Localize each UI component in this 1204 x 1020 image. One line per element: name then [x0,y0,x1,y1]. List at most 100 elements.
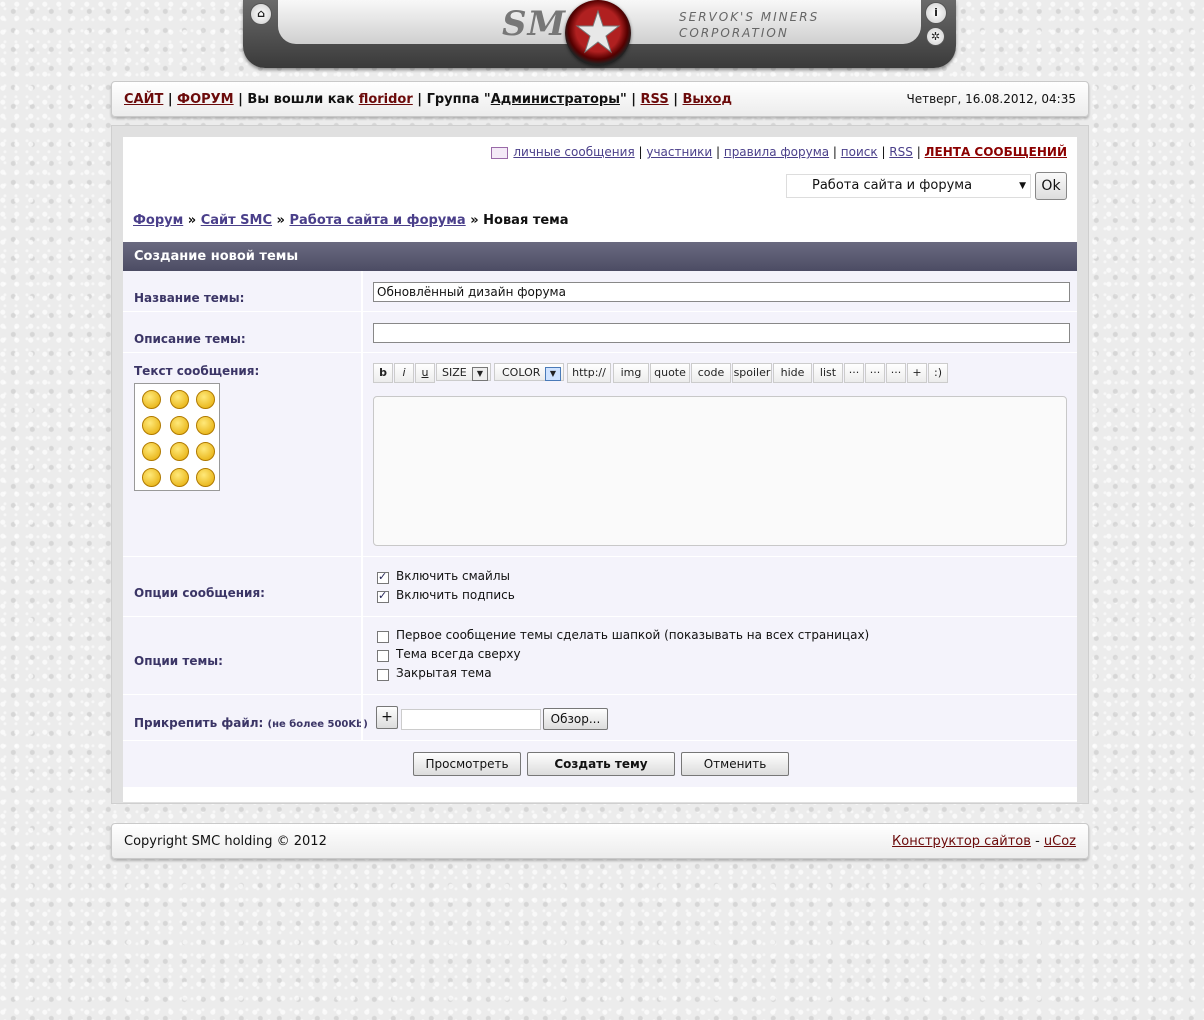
cool-smiley-icon[interactable] [196,390,215,409]
site-builder-link[interactable]: Конструктор сайтов [892,834,1031,849]
info-icon[interactable]: i [925,2,947,24]
pin-first-checkbox[interactable] [377,631,389,643]
breadcrumb-section[interactable]: Работа сайта и форума [289,213,465,228]
smilies-panel [134,383,220,491]
create-topic-button[interactable]: Создать тему [527,752,675,776]
message-feed-link[interactable]: ЛЕНТА СООБЩЕНИЙ [925,145,1067,159]
underline-button[interactable]: u [415,363,435,383]
extra-button-1[interactable]: ··· [844,363,864,383]
attach-label: Прикрепить файл: (не более 500Kb) [134,716,368,730]
quote-button[interactable]: quote [650,363,690,383]
hide-button[interactable]: hide [773,363,812,383]
rss-feed-link[interactable]: RSS [889,145,913,159]
forum-link[interactable]: ФОРУМ [177,92,233,107]
angry-smiley-icon[interactable] [142,390,161,409]
dizzy-smiley-icon[interactable] [170,468,189,487]
message-label: Текст сообщения: [134,364,260,378]
title-row: Название темы: Обновлённый дизайн форума [123,271,1077,312]
datetime: Четверг, 16.08.2012, 04:35 [906,92,1076,106]
add-button[interactable]: + [907,363,927,383]
smile-smiley-icon[interactable] [170,442,189,461]
color-label: COLOR [502,366,541,379]
add-attachment-button[interactable]: + [376,706,398,729]
form-header: Создание новой темы [123,242,1077,271]
laugh-smiley-icon[interactable] [170,390,189,409]
italic-button[interactable]: i [394,363,414,383]
group-label: Группа [426,92,480,107]
breadcrumb-current: Новая тема [483,213,569,228]
confused-smiley-icon[interactable] [142,442,161,461]
topic-options-row: Опции темы: Первое сообщение темы сделат… [123,617,1077,695]
search-link[interactable]: поиск [841,145,878,159]
ucoz-link[interactable]: uCoz [1044,834,1076,849]
tongue-smiley-icon[interactable] [142,468,161,487]
enable-signature-checkbox[interactable] [377,589,389,603]
size-select[interactable]: SIZE ▼ [436,363,491,381]
logo-subtitle: SERVOK'S MINERS CORPORATION [679,9,819,41]
home-icon[interactable]: ⌂ [250,3,272,25]
always-top-label: Тема всегда сверху [396,647,521,661]
smirk-smiley-icon[interactable] [196,468,215,487]
cancel-button[interactable]: Отменить [681,752,789,776]
wink-smiley-icon[interactable] [170,416,189,435]
user-link[interactable]: floridor [359,92,413,107]
forum-nav-links: личные сообщения | участники | правила ф… [491,145,1067,159]
content-panel: личные сообщения | участники | правила ф… [123,137,1077,802]
attach-note: (не более 500Kb) [267,719,368,730]
user-bar-links: САЙТ | ФОРУМ | Вы вошли как floridor | Г… [124,92,732,107]
file-path-input[interactable] [401,709,541,730]
sad-smiley-icon[interactable] [142,416,161,435]
list-button[interactable]: list [813,363,843,383]
forum-jump-value: Работа сайта и форума [812,178,973,193]
happy-smiley-icon[interactable] [196,416,215,435]
breadcrumb-site[interactable]: Сайт SMC [201,213,272,228]
logout-link[interactable]: Выход [683,92,732,107]
closed-topic-checkbox[interactable] [377,669,389,681]
extra-button-2[interactable]: ··· [865,363,885,383]
footer-dash: - [1035,834,1040,849]
logged-in-label: Вы вошли как [247,92,355,107]
site-logo-banner: ⌂ SMC SERVOK'S MINERS CORPORATION i ✲ [243,0,956,68]
description-input[interactable] [373,323,1070,343]
group-link[interactable]: Администраторы [491,92,620,107]
rules-link[interactable]: правила форума [724,145,829,159]
rss-link[interactable]: RSS [641,92,669,107]
always-top-checkbox[interactable] [377,650,389,662]
color-select[interactable]: COLOR ▼ [494,363,564,381]
description-row: Описание темы: [123,312,1077,353]
message-options-label: Опции сообщения: [134,586,265,600]
browse-button[interactable]: Обзор... [543,708,608,730]
site-link[interactable]: САЙТ [124,92,163,107]
footer-links: Конструктор сайтов - uCoz [892,834,1076,849]
title-label: Название темы: [134,291,245,305]
forum-jump-ok-button[interactable]: Ok [1035,172,1067,200]
enable-signature-label: Включить подпись [396,588,515,602]
url-button[interactable]: http:// [567,363,611,383]
message-textarea[interactable] [373,396,1067,546]
main-content: личные сообщения | участники | правила ф… [111,125,1089,804]
closed-topic-label: Закрытая тема [396,666,492,680]
forum-jump-select[interactable]: Работа сайта и форума ▼ [786,174,1031,198]
title-input[interactable]: Обновлённый дизайн форума [373,282,1070,302]
members-link[interactable]: участники [646,145,712,159]
code-button[interactable]: code [691,363,731,383]
smile-button[interactable]: :) [928,363,948,383]
logo-subtitle-line1: SERVOK'S MINERS [679,10,820,24]
bold-button[interactable]: b [373,363,393,383]
enable-smilies-label: Включить смайлы [396,569,510,583]
extra-button-3[interactable]: ··· [886,363,906,383]
breadcrumb-forum[interactable]: Форум [133,213,183,228]
attach-label-text: Прикрепить файл: [134,716,264,730]
mail-icon [491,146,509,159]
enable-smilies-checkbox[interactable] [377,570,389,584]
spoiler-button[interactable]: spoiler [732,363,772,383]
star-emblem-icon [565,0,631,66]
tools-icon[interactable]: ✲ [926,27,945,46]
breadcrumb: Форум » Сайт SMC » Работа сайта и форума… [133,213,569,228]
private-messages-link[interactable]: личные сообщения [513,145,634,159]
preview-button[interactable]: Просмотреть [413,752,521,776]
user-bar: САЙТ | ФОРУМ | Вы вошли как floridor | Г… [111,81,1089,117]
surprised-smiley-icon[interactable] [196,442,215,461]
message-row: Текст сообщения: b i u SIZE ▼ COLOR ▼ ht… [123,353,1077,557]
img-button[interactable]: img [613,363,649,383]
